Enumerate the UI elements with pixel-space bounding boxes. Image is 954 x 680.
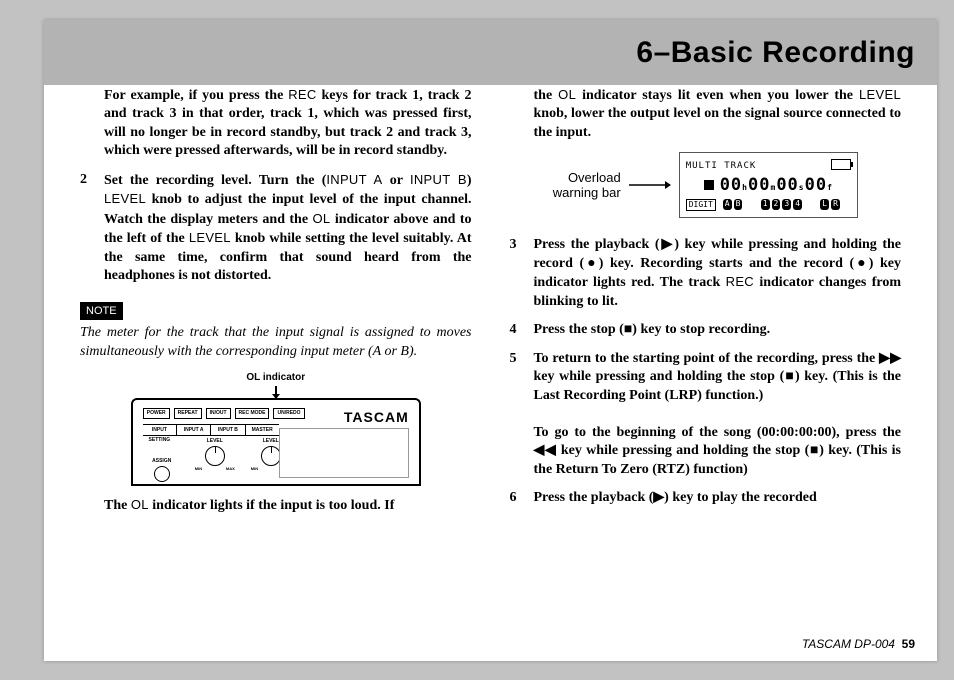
step-text: Press the playback (▶) key to play the r… — [534, 489, 902, 507]
arrow-down-icon — [275, 386, 277, 398]
step-5: 5 To return to the starting point of the… — [510, 350, 902, 479]
knob-input-a: LEVEL MINMAX — [195, 438, 235, 471]
step-text: To return to the starting point of the r… — [534, 350, 902, 479]
para-ol-stays-lit: the OL indicator stays lit even when you… — [510, 86, 902, 142]
content-columns: For example, if you press the REC keys f… — [80, 86, 901, 619]
brand-label: TASCAM — [344, 408, 409, 426]
lcd-bottom-row: DIGIT AB 1234 LR — [686, 199, 851, 212]
step-text: Press the playback (▶) key while pressin… — [534, 236, 902, 311]
btn-repeat: REPEAT — [174, 408, 202, 419]
note-block: NOTE The meter for the track that the in… — [80, 296, 472, 361]
assign-block: ASSIGN — [139, 458, 185, 483]
chapter-header: 6–Basic Recording — [44, 20, 937, 85]
note-body: The meter for the track that the input s… — [80, 324, 472, 361]
step-number: 3 — [510, 236, 524, 311]
btn-inout: IN/OUT — [206, 408, 231, 419]
para-ol-indicator: The OL indicator lights if the input is … — [80, 496, 472, 515]
device-panel: POWER REPEAT IN/OUT REC MODE UN/REDO TAS… — [131, 398, 421, 486]
chapter-title: 6–Basic Recording — [636, 36, 915, 70]
step-3: 3 Press the playback (▶) key while press… — [510, 236, 902, 311]
page: 6–Basic Recording For example, if you pr… — [44, 20, 937, 661]
panel-buttons: POWER REPEAT IN/OUT REC MODE UN/REDO — [143, 408, 305, 419]
lcd-time: 00h00m00s00f — [704, 174, 851, 196]
overload-label: Overload warning bar — [553, 170, 621, 201]
step-number: 2 — [80, 171, 94, 286]
note-tag: NOTE — [80, 302, 123, 321]
channel-strip-labels: INPUT SETTING INPUT A INPUT B MASTER — [143, 424, 279, 436]
knob-icon — [205, 446, 225, 466]
btn-power: POWER — [143, 408, 170, 419]
arrow-right-icon — [629, 179, 671, 191]
step-2: 2 Set the recording level. Turn the (INP… — [80, 171, 472, 286]
step-6: 6 Press the playback (▶) key to play the… — [510, 489, 902, 507]
ol-indicator-label: OL indicator — [131, 371, 421, 384]
step-number: 4 — [510, 321, 524, 339]
lcd-tag: DIGIT — [686, 199, 716, 212]
footer-model: TASCAM DP-004 — [802, 637, 895, 651]
footer-page-number: 59 — [902, 637, 915, 651]
column-left: For example, if you press the REC keys f… — [80, 86, 472, 619]
knob-icon — [261, 446, 281, 466]
figure-device-panel: OL indicator POWER REPEAT IN/OUT REC MOD… — [131, 371, 421, 486]
lcd-mode: MULTI TRACK — [686, 161, 757, 173]
step-4: 4 Press the stop (■) key to stop recordi… — [510, 321, 902, 339]
lcd-display: MULTI TRACK 00h00m00s00f DIGIT AB 1234 — [679, 152, 858, 218]
step-text: Press the stop (■) key to stop recording… — [534, 321, 902, 339]
para-example: For example, if you press the REC keys f… — [80, 86, 472, 161]
battery-icon — [831, 159, 851, 170]
display-screen — [279, 428, 409, 478]
assign-knob-icon — [154, 466, 170, 482]
btn-recmode: REC MODE — [235, 408, 270, 419]
step-text: Set the recording level. Turn the (INPUT… — [104, 171, 472, 286]
page-footer: TASCAM DP-004 59 — [802, 637, 915, 651]
step-number: 5 — [510, 350, 524, 479]
column-right: the OL indicator stays lit even when you… — [510, 86, 902, 619]
figure-lcd: Overload warning bar MULTI TRACK 00h00m0… — [553, 152, 858, 218]
record-square-icon — [704, 180, 714, 190]
step-number: 6 — [510, 489, 524, 507]
btn-unredo: UN/REDO — [273, 408, 304, 419]
